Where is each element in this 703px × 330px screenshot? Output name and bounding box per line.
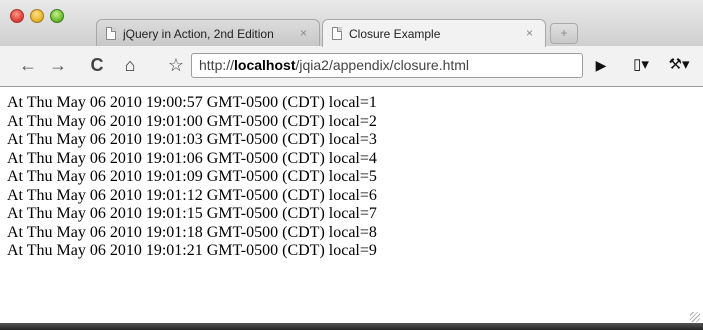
resize-grip[interactable]: [690, 312, 700, 322]
home-button[interactable]: ⌂: [118, 52, 142, 78]
output-line: At Thu May 06 2010 19:01:12 GMT-0500 (CD…: [7, 186, 377, 204]
tab-close-icon[interactable]: ×: [300, 26, 307, 40]
close-window-button[interactable]: [10, 9, 24, 23]
go-button[interactable]: ▶: [592, 52, 610, 78]
url-scheme: http://: [199, 57, 235, 73]
output-line: At Thu May 06 2010 19:01:18 GMT-0500 (CD…: [7, 223, 377, 241]
output-line: At Thu May 06 2010 19:01:03 GMT-0500 (CD…: [7, 131, 377, 148]
tab-label: jQuery in Action, 2nd Edition: [123, 27, 274, 41]
toolbar: ← → C ⌂ ☆ http://localhost/jqia2/appendi…: [0, 46, 703, 87]
title-bar: jQuery in Action, 2nd Edition × Closure …: [0, 0, 703, 47]
page-menu-button[interactable]: ▯▾: [626, 52, 656, 78]
minimize-window-button[interactable]: [30, 9, 44, 23]
url-host: localhost: [234, 57, 296, 73]
output-line: At Thu May 06 2010 19:00:57 GMT-0500 (CD…: [7, 94, 377, 111]
output-line: At Thu May 06 2010 19:01:06 GMT-0500 (CD…: [7, 149, 377, 167]
window-bottom-shadow: [0, 323, 703, 330]
address-bar[interactable]: http://localhost/jqia2/appendix/closure.…: [191, 53, 583, 78]
back-button[interactable]: ←: [18, 52, 38, 78]
browser-window: jQuery in Action, 2nd Edition × Closure …: [0, 0, 703, 330]
tab-close-icon[interactable]: ×: [526, 26, 533, 40]
output-line: At Thu May 06 2010 19:01:09 GMT-0500 (CD…: [7, 168, 377, 185]
zoom-window-button[interactable]: [50, 9, 64, 23]
reload-button[interactable]: C: [87, 52, 107, 78]
wrench-menu-button[interactable]: ⚒▾: [664, 52, 694, 78]
tab-label: Closure Example: [349, 27, 441, 41]
output-line: At Thu May 06 2010 19:01:15 GMT-0500 (CD…: [7, 205, 377, 222]
bookmark-star-icon[interactable]: ☆: [165, 52, 187, 78]
tab-closure-example[interactable]: Closure Example ×: [322, 19, 546, 47]
page-icon: [106, 27, 116, 40]
forward-button[interactable]: →: [48, 52, 68, 78]
page-content: At Thu May 06 2010 19:00:57 GMT-0500 (CD…: [0, 87, 703, 325]
page-icon: [332, 27, 342, 40]
tab-jquery-in-action[interactable]: jQuery in Action, 2nd Edition ×: [96, 19, 320, 46]
output-line: At Thu May 06 2010 19:01:21 GMT-0500 (CD…: [7, 242, 377, 259]
new-tab-button[interactable]: +: [550, 23, 578, 44]
url-path: /jqia2/appendix/closure.html: [295, 57, 470, 73]
output-line: At Thu May 06 2010 19:01:00 GMT-0500 (CD…: [7, 112, 377, 130]
